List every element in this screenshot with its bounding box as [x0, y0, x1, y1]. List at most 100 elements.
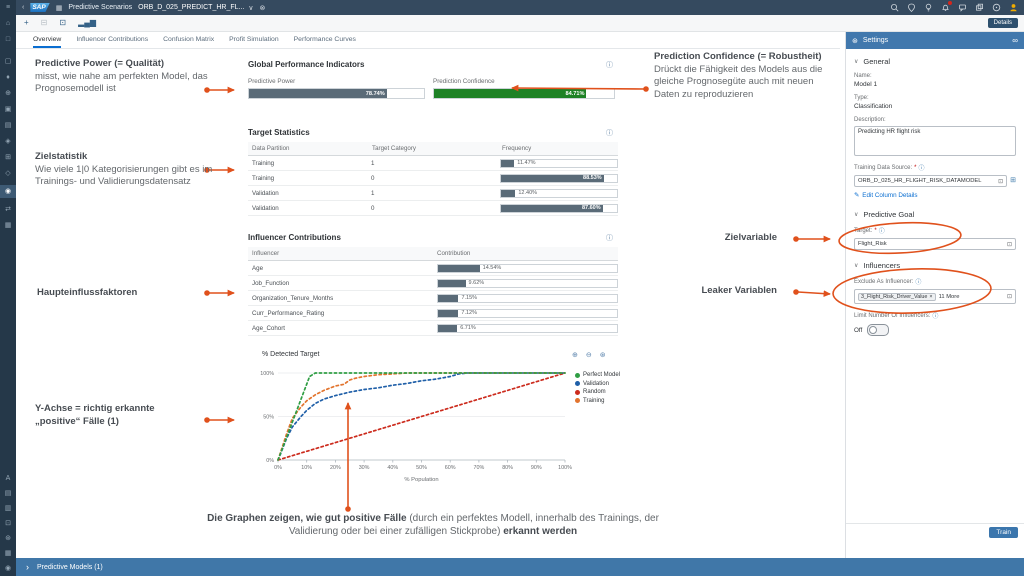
- name-label: Name:: [854, 73, 1016, 79]
- target-statistics-info-icon[interactable]: ⓘ: [606, 128, 613, 138]
- table-row: Age14.54%: [248, 261, 618, 276]
- sidebar-icon[interactable]: ⊡: [0, 519, 16, 528]
- sidebar-icon[interactable]: ⇄: [0, 205, 16, 214]
- svg-text:10%: 10%: [301, 465, 312, 471]
- toggle-label: Off: [854, 327, 862, 334]
- token-close-icon[interactable]: ×: [929, 294, 932, 300]
- svg-text:40%: 40%: [387, 465, 398, 471]
- legend-item[interactable]: Perfect Model: [575, 372, 620, 378]
- influencers-section-header[interactable]: ∨ Influencers: [854, 261, 1016, 270]
- legend-item[interactable]: Training: [575, 398, 620, 404]
- shell-actions: [890, 3, 1018, 12]
- chart-settings-icon[interactable]: ⊛: [600, 351, 606, 359]
- sidebar-icon[interactable]: ◈: [0, 137, 16, 146]
- feedback-icon[interactable]: [958, 3, 967, 12]
- legend-item[interactable]: Random: [575, 389, 620, 395]
- train-button[interactable]: Train: [989, 527, 1018, 538]
- description-field[interactable]: Predicting HR flight risk: [854, 126, 1016, 156]
- sidebar-icon[interactable]: ⊛: [0, 534, 16, 543]
- sidebar-icon[interactable]: ◉: [0, 564, 16, 573]
- chevron-down-icon[interactable]: ∨: [854, 58, 858, 65]
- sidebar-icon[interactable]: ≡: [0, 3, 16, 12]
- back-icon[interactable]: ‹: [22, 4, 24, 11]
- info-icon[interactable]: ⓘ: [915, 277, 921, 286]
- sidebar-icon[interactable]: ⊞: [0, 153, 16, 162]
- sidebar-icon[interactable]: ⌂: [0, 19, 16, 28]
- open-icon[interactable]: ⊡: [59, 18, 66, 28]
- tab-confusion-matrix[interactable]: Confusion Matrix: [163, 36, 214, 48]
- sidebar-icon[interactable]: ▤: [0, 489, 16, 498]
- zoom-in-icon[interactable]: ⊕: [572, 351, 578, 359]
- training-data-source-label: Training Data Source: * ⓘ: [854, 163, 1016, 172]
- sidebar-icon[interactable]: □: [0, 35, 16, 44]
- type-value: Classification: [854, 103, 1016, 110]
- influencer-contributions-info-icon[interactable]: ⓘ: [606, 233, 613, 243]
- details-button[interactable]: Details: [988, 18, 1018, 28]
- copy-icon[interactable]: ⊞: [1010, 176, 1016, 184]
- token-chip[interactable]: 3_Flight_Risk_Driver_Value ×: [858, 293, 936, 301]
- sidebar-icon[interactable]: ♦: [0, 73, 16, 82]
- sidebar-icon[interactable]: ⊕: [0, 89, 16, 98]
- gear-icon: ⊛: [852, 37, 858, 45]
- tab-profit-simulation[interactable]: Profit Simulation: [229, 36, 279, 48]
- target-statistics-table: Data PartitionTarget CategoryFrequencyTr…: [248, 142, 618, 216]
- chevron-down-icon[interactable]: ∨: [854, 211, 858, 218]
- sidebar-icon[interactable]: ◉: [0, 185, 16, 198]
- edit-column-details-link[interactable]: ✎ Edit Column Details: [854, 192, 1016, 199]
- close-document-icon[interactable]: ⊗: [260, 4, 266, 12]
- tab-influencer-contributions[interactable]: Influencer Contributions: [76, 36, 148, 48]
- sidebar-icon[interactable]: ▥: [0, 504, 16, 513]
- value-help-icon[interactable]: ⊡: [1007, 241, 1012, 248]
- copy-icon[interactable]: [975, 3, 984, 12]
- chart-icon[interactable]: ▂▄▆: [78, 18, 96, 28]
- predictive-goal-section-header[interactable]: ∨ Predictive Goal: [854, 210, 1016, 219]
- limit-influencers-toggle[interactable]: [867, 324, 889, 336]
- tab-performance-curves[interactable]: Performance Curves: [294, 36, 356, 48]
- lightbulb-icon[interactable]: [924, 3, 933, 12]
- gpi-info-icon[interactable]: ⓘ: [606, 60, 613, 70]
- global-performance-indicators: Predictive Power78.74%Prediction Confide…: [248, 78, 615, 99]
- chevron-down-icon[interactable]: ∨: [854, 262, 858, 269]
- chevron-right-icon[interactable]: ›: [26, 562, 29, 572]
- svg-text:0%: 0%: [266, 458, 274, 464]
- sidebar-icon[interactable]: ◇: [0, 169, 16, 178]
- target-field[interactable]: Flight_Risk ⊡: [854, 238, 1016, 250]
- info-icon[interactable]: ⓘ: [932, 311, 938, 320]
- table-row: Job_Function9.62%: [248, 276, 618, 291]
- search-icon[interactable]: [890, 3, 899, 12]
- help-icon[interactable]: [992, 3, 1001, 12]
- sidebar-icon[interactable]: ▢: [0, 57, 16, 66]
- notifications-icon[interactable]: [941, 3, 950, 12]
- sidebar-icon[interactable]: ▤: [0, 121, 16, 130]
- value-help-icon[interactable]: ⊡: [1007, 293, 1012, 300]
- settings-panel: ⊛ Settings ∞ ∨ General Name: Model 1 Typ…: [845, 32, 1024, 558]
- sidebar-icon[interactable]: A: [0, 474, 16, 483]
- tab-overview[interactable]: Overview: [33, 36, 61, 48]
- glasses-icon[interactable]: ∞: [1012, 36, 1018, 45]
- training-data-source-field[interactable]: ORB_D_025_HR_FLIGHT_RISK_DATAMODEL ⊡: [854, 175, 1007, 187]
- document-tab[interactable]: ORB_D_025_PREDICT_HR_FL... ∨: [138, 4, 253, 12]
- svg-text:50%: 50%: [263, 415, 274, 421]
- value-help-icon[interactable]: ⊡: [998, 178, 1003, 185]
- model-toolbar: +⊟⊡▂▄▆ Details: [16, 15, 1024, 32]
- location-icon[interactable]: [907, 3, 916, 12]
- general-section-header[interactable]: ∨ General: [854, 57, 1016, 66]
- predictive-models-bar[interactable]: › Predictive Models (1): [16, 558, 1024, 576]
- model-tabstrip: Overview Influencer Contributions Confusio…: [16, 33, 840, 49]
- sidebar-icon[interactable]: ▦: [0, 549, 16, 558]
- zoom-out-icon[interactable]: ⊖: [586, 351, 592, 359]
- chevron-down-icon[interactable]: ∨: [248, 4, 253, 12]
- add-icon[interactable]: +: [24, 18, 29, 28]
- sidebar-icon[interactable]: ▦: [0, 221, 16, 230]
- sidebar-icon[interactable]: ▣: [0, 105, 16, 114]
- info-icon[interactable]: ⓘ: [918, 163, 924, 172]
- table-row: Training088.53%: [248, 171, 618, 186]
- table-row: Age_Cohort6.71%: [248, 321, 618, 336]
- description-label: Description:: [854, 117, 1016, 123]
- exclude-as-influencer-field[interactable]: 3_Flight_Risk_Driver_Value × 11 More ⊡: [854, 289, 1016, 304]
- legend-item[interactable]: Validation: [575, 381, 620, 387]
- more-tokens-label[interactable]: 11 More: [939, 294, 960, 300]
- avatar-icon[interactable]: [1009, 3, 1018, 12]
- target-statistics-title: Target Statistics: [248, 128, 310, 137]
- info-icon[interactable]: ⓘ: [879, 226, 885, 235]
